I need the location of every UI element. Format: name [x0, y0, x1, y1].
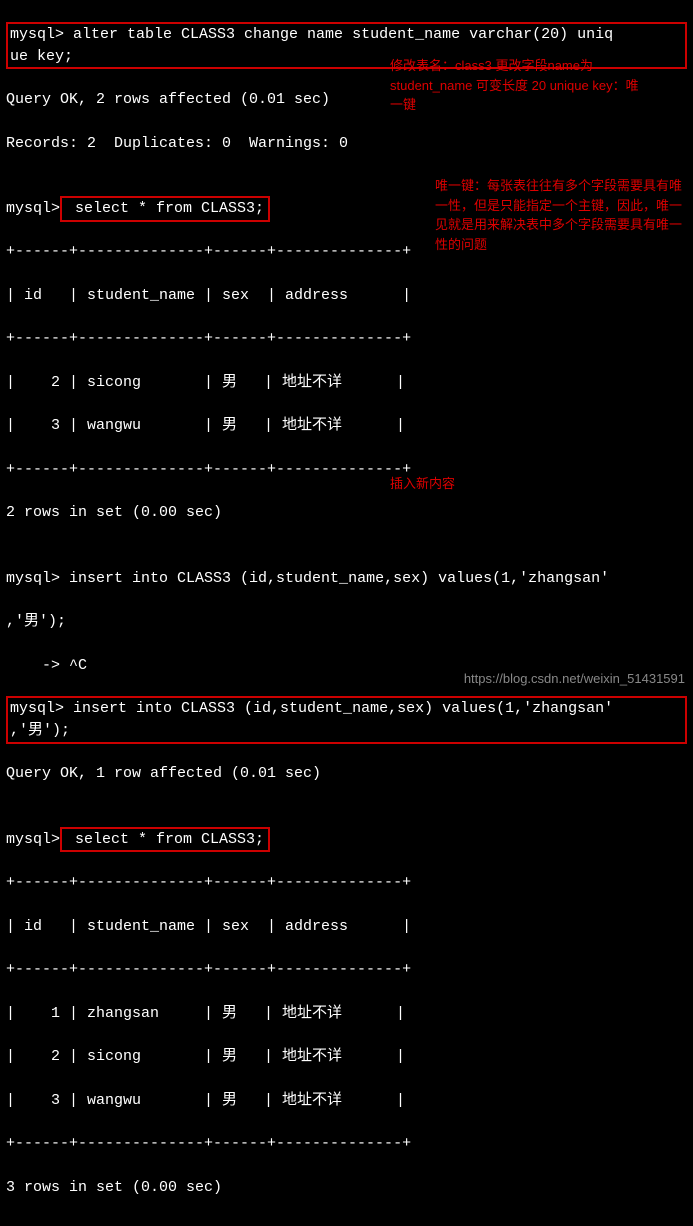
cmd-text: insert into CLASS3 (id,student_name,sex)… — [60, 570, 609, 587]
cmd-text: select * from CLASS3; — [66, 200, 264, 217]
cont-prompt: -> — [6, 657, 60, 674]
result-line: 2 rows in set (0.00 sec) — [6, 502, 687, 524]
table-border: +------+--------------+------+----------… — [6, 872, 687, 894]
mysql-prompt: mysql> — [6, 200, 60, 217]
cmd-text: insert into CLASS3 (id,student_name,sex)… — [64, 700, 613, 717]
annotation-alter: 修改表名：class3 更改字段name为student_name 可变长度 2… — [390, 56, 650, 115]
mysql-prompt: mysql> — [10, 26, 64, 43]
cmd-text: ue key; — [10, 48, 73, 65]
mysql-prompt: mysql> — [6, 570, 60, 587]
table-header: | id | student_name | sex | address | — [6, 916, 687, 938]
table-header: | id | student_name | sex | address | — [6, 285, 687, 307]
insert-cmd: mysql> insert into CLASS3 (id,student_na… — [6, 696, 687, 744]
result-line: Query OK, 1 row affected (0.01 sec) — [6, 763, 687, 785]
table-border: +------+--------------+------+----------… — [6, 1133, 687, 1155]
mysql-prompt: mysql> — [6, 831, 60, 848]
table-border: +------+--------------+------+----------… — [6, 959, 687, 981]
table-border: +------+--------------+------+----------… — [6, 459, 687, 481]
table-row: | 2 | sicong | 男 | 地址不详 | — [6, 372, 687, 394]
table-row: | 3 | wangwu | 男 | 地址不详 | — [6, 1090, 687, 1112]
cmd-text: alter table CLASS3 change name student_n… — [64, 26, 613, 43]
table-row: | 1 | zhangsan | 男 | 地址不详 | — [6, 1003, 687, 1025]
mysql-prompt: mysql> — [10, 700, 64, 717]
table-row: | 2 | sicong | 男 | 地址不详 | — [6, 1046, 687, 1068]
result-line: 3 rows in set (0.00 sec) — [6, 1177, 687, 1199]
watermark-url: https://blog.csdn.net/weixin_51431591 — [464, 670, 685, 689]
annotation-unique-key: 唯一键：每张表往往有多个字段需要具有唯一性，但是只能指定一个主键，因此，唯一见就… — [435, 176, 685, 254]
cmd-text: ,'男'); — [10, 722, 70, 739]
table-row: | 3 | wangwu | 男 | 地址不详 | — [6, 415, 687, 437]
ctrl-c: ^C — [60, 657, 87, 674]
cmd-continuation: ,'男'); — [6, 611, 687, 633]
insert-cmd-cancelled: mysql> insert into CLASS3 (id,student_na… — [6, 568, 687, 590]
table-border: +------+--------------+------+----------… — [6, 328, 687, 350]
cmd-text: select * from CLASS3; — [66, 831, 264, 848]
annotation-insert: 插入新内容 — [390, 474, 455, 494]
result-line: Records: 2 Duplicates: 0 Warnings: 0 — [6, 133, 687, 155]
select-cmd-2: mysql> select * from CLASS3; — [6, 829, 687, 851]
